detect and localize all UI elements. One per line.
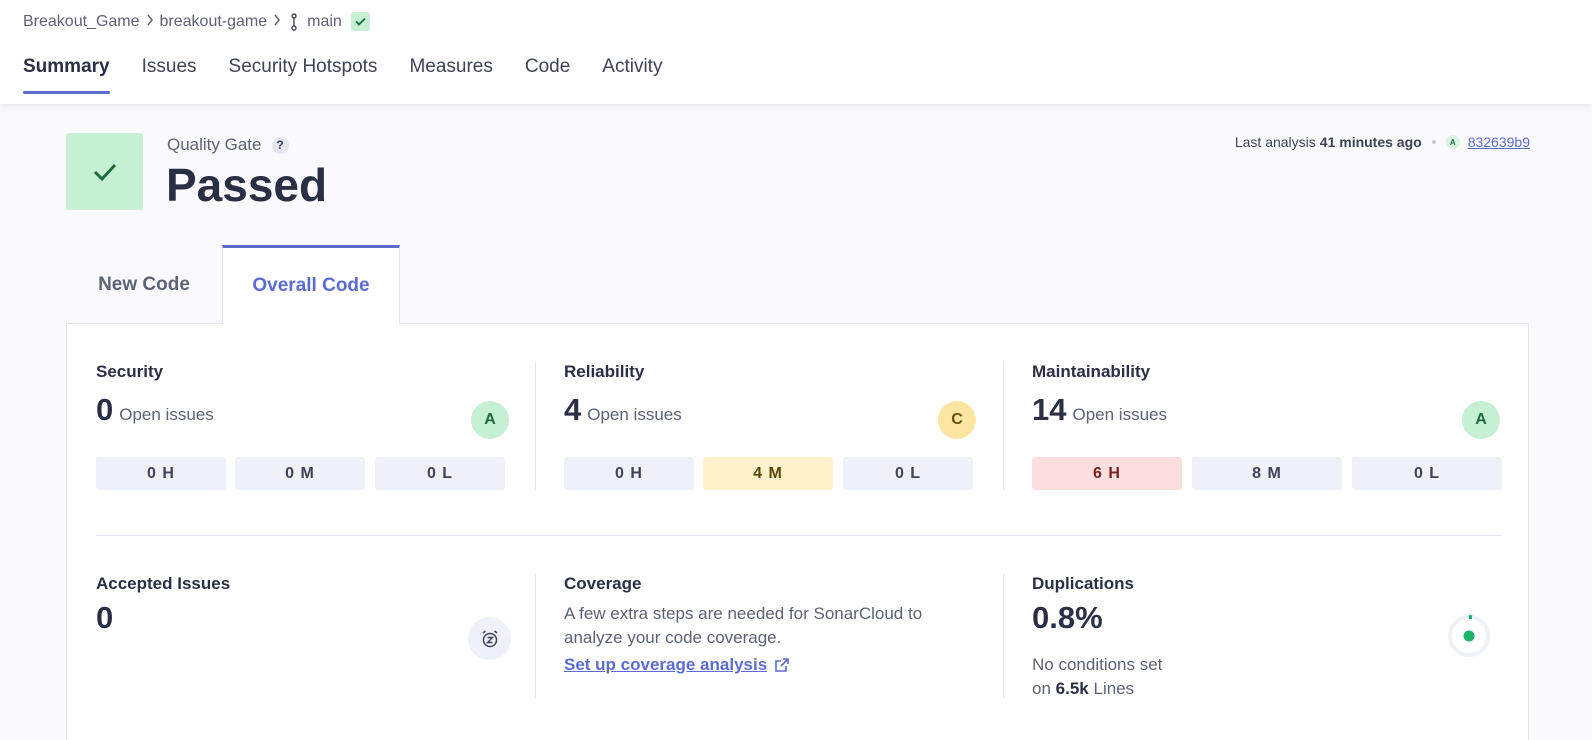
coverage-title: Coverage bbox=[564, 574, 642, 593]
duplications-donut-icon bbox=[1447, 614, 1491, 663]
breadcrumb-project[interactable]: breakout-game bbox=[160, 13, 268, 31]
chevron-right-icon bbox=[273, 13, 281, 31]
divider bbox=[535, 574, 536, 698]
main-tabs: Summary Issues Security Hotspots Measure… bbox=[23, 56, 694, 94]
snooze-clock-icon bbox=[468, 617, 511, 660]
coverage-description: A few extra steps are needed for SonarCl… bbox=[564, 604, 923, 647]
severity-high[interactable]: 0 H bbox=[564, 457, 694, 490]
setup-coverage-link[interactable]: Set up coverage analysis bbox=[564, 655, 790, 675]
branch-passed-badge bbox=[350, 12, 370, 31]
tab-overall-code[interactable]: Overall Code bbox=[222, 245, 400, 324]
last-analysis: Last analysis 41 minutes ago A 832639b9 bbox=[1235, 134, 1530, 150]
reliability-card: Reliability 4 Open issues bbox=[564, 362, 974, 428]
quality-gate-status: Passed bbox=[166, 159, 328, 211]
tab-security-hotspots[interactable]: Security Hotspots bbox=[229, 56, 378, 94]
severity-medium[interactable]: 0 M bbox=[235, 457, 365, 490]
duplications-title: Duplications bbox=[1032, 574, 1135, 593]
coverage-card: Coverage A few extra steps are needed fo… bbox=[564, 574, 964, 675]
external-link-icon bbox=[775, 658, 789, 672]
accepted-issues-count[interactable]: 0 bbox=[96, 600, 113, 636]
security-card: Security 0 Open issues bbox=[96, 362, 506, 428]
tab-code[interactable]: Code bbox=[525, 56, 570, 94]
divider bbox=[1003, 574, 1004, 698]
breadcrumb: Breakout_Game breakout-game main bbox=[23, 12, 370, 31]
quality-gate-label: Quality Gate ? bbox=[167, 135, 289, 155]
accepted-issues-title: Accepted Issues bbox=[96, 574, 231, 593]
separator-dot bbox=[1431, 140, 1436, 144]
breadcrumb-branch[interactable]: main bbox=[307, 13, 342, 31]
open-issues-label: Open issues bbox=[587, 405, 682, 424]
setup-coverage-link-text: Set up coverage analysis bbox=[564, 655, 768, 674]
branch-icon bbox=[289, 12, 299, 31]
check-icon bbox=[93, 163, 116, 181]
last-analysis-prefix: Last analysis bbox=[1234, 134, 1316, 150]
maintainability-issue-count[interactable]: 14 bbox=[1032, 392, 1066, 428]
severity-high[interactable]: 0 H bbox=[96, 457, 226, 490]
duplications-value[interactable]: 0.8% bbox=[1032, 600, 1103, 636]
security-rating-badge[interactable]: A bbox=[471, 401, 509, 439]
tab-summary[interactable]: Summary bbox=[23, 56, 110, 94]
accepted-issues-card: Accepted Issues 0 bbox=[96, 574, 496, 636]
security-title: Security bbox=[96, 362, 164, 381]
tab-issues[interactable]: Issues bbox=[142, 56, 197, 94]
severity-high[interactable]: 6 H bbox=[1032, 457, 1182, 490]
measures-panel: Security 0 Open issues A 0 H 0 M 0 L Rel… bbox=[66, 323, 1529, 740]
open-issues-label: Open issues bbox=[1072, 405, 1167, 424]
divider bbox=[535, 362, 536, 490]
help-icon[interactable]: ? bbox=[271, 136, 289, 154]
duplications-note-prefix: on bbox=[1032, 679, 1051, 698]
tab-new-code[interactable]: New Code bbox=[66, 245, 222, 324]
duplications-note: No conditions set bbox=[1032, 655, 1163, 674]
tab-activity[interactable]: Activity bbox=[602, 56, 662, 94]
chevron-right-icon bbox=[146, 13, 154, 31]
reliability-rating-badge[interactable]: C bbox=[938, 401, 976, 439]
security-issue-count[interactable]: 0 bbox=[96, 392, 113, 428]
reliability-issue-count[interactable]: 4 bbox=[564, 392, 581, 428]
reliability-severity-row: 0 H 4 M 0 L bbox=[564, 457, 973, 490]
maintainability-rating-badge[interactable]: A bbox=[1462, 401, 1500, 439]
duplications-note-suffix: Lines bbox=[1093, 679, 1135, 698]
maintainability-title: Maintainability bbox=[1032, 362, 1151, 381]
maintainability-card: Maintainability 14 Open issues bbox=[1032, 362, 1472, 428]
severity-medium[interactable]: 8 M bbox=[1192, 457, 1342, 490]
severity-low[interactable]: 0 L bbox=[375, 457, 505, 490]
check-icon bbox=[355, 17, 366, 26]
quality-gate-title: Quality Gate bbox=[167, 135, 262, 154]
severity-medium[interactable]: 4 M bbox=[703, 457, 833, 490]
duplications-lines: 6.5k bbox=[1055, 679, 1089, 698]
severity-low[interactable]: 0 L bbox=[1352, 457, 1502, 490]
commit-link[interactable]: 832639b9 bbox=[1468, 134, 1530, 150]
quality-gate-status-icon bbox=[66, 133, 143, 210]
section-divider bbox=[96, 535, 1501, 536]
maintainability-severity-row: 6 H 8 M 0 L bbox=[1032, 457, 1502, 490]
open-issues-label: Open issues bbox=[119, 405, 214, 424]
analysis-grade-badge: A bbox=[1445, 135, 1460, 149]
tab-measures[interactable]: Measures bbox=[409, 56, 492, 94]
project-header: Breakout_Game breakout-game main Summary… bbox=[0, 0, 1592, 104]
severity-low[interactable]: 0 L bbox=[843, 457, 973, 490]
security-severity-row: 0 H 0 M 0 L bbox=[96, 457, 505, 490]
duplications-card: Duplications 0.8% No conditions set on 6… bbox=[1032, 574, 1432, 701]
divider bbox=[1003, 362, 1004, 490]
reliability-title: Reliability bbox=[564, 362, 645, 381]
breadcrumb-org[interactable]: Breakout_Game bbox=[23, 13, 140, 31]
last-analysis-time: 41 minutes ago bbox=[1319, 134, 1422, 150]
